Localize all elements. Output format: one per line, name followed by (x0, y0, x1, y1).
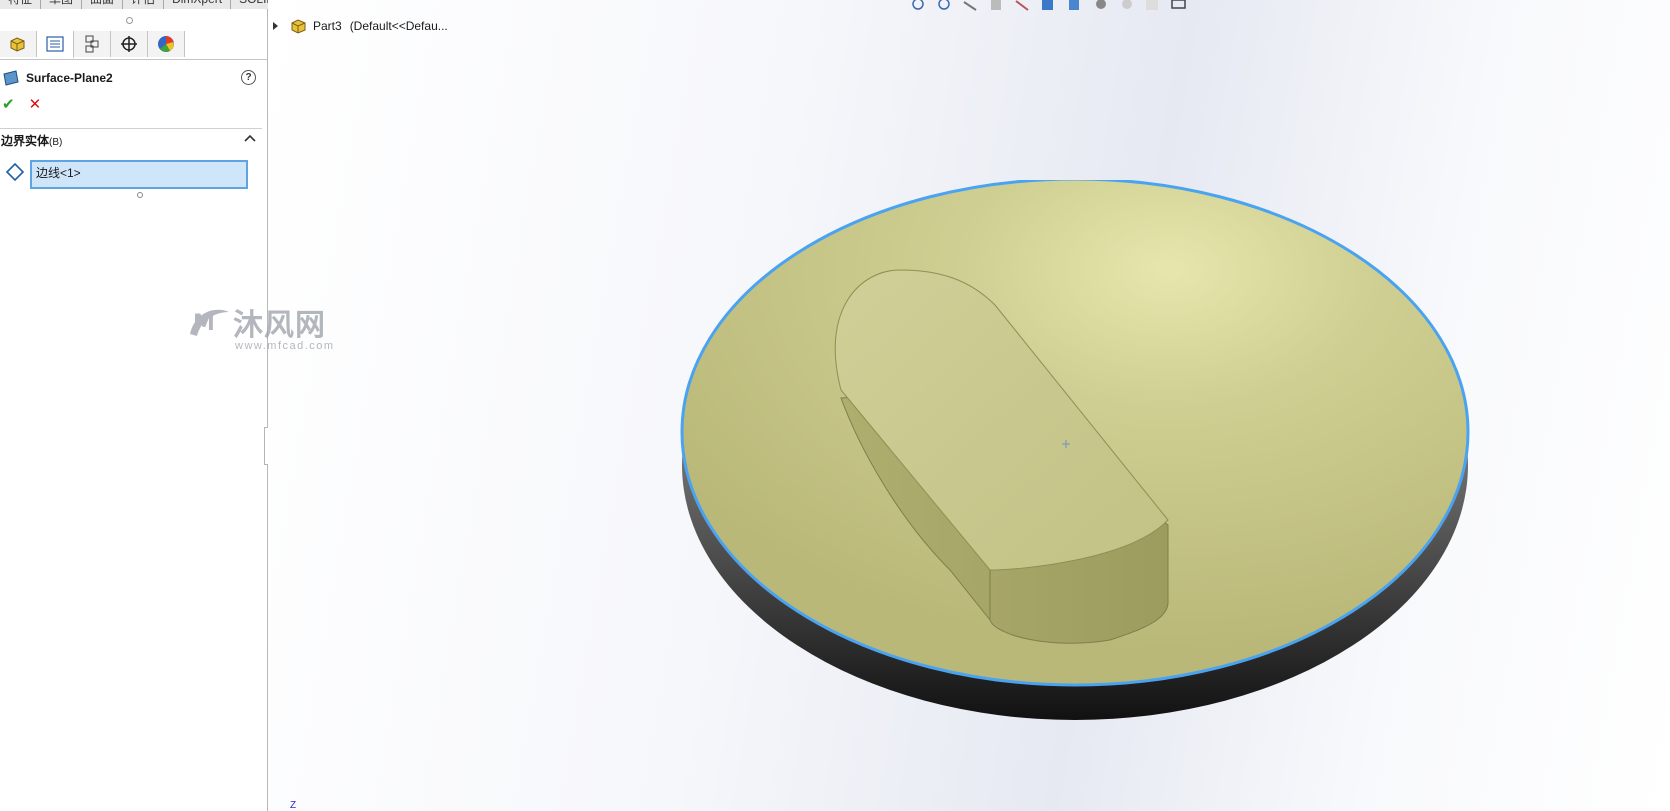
feature-title: Surface-Plane2 (26, 71, 113, 85)
hide-show-items-icon[interactable] (1092, 0, 1110, 12)
part-icon (291, 19, 306, 34)
crosshair-icon (121, 36, 137, 52)
property-manager-panel: Surface-Plane2 ? ✔ ✕ 边界实体(B) 边线<1> (0, 9, 272, 811)
edge-selection-icon (6, 163, 24, 181)
edit-appearance-icon[interactable] (1118, 0, 1136, 12)
section-view-icon[interactable] (988, 0, 1006, 12)
surface-plane-icon (3, 70, 19, 86)
selection-box-resize-grip[interactable] (137, 192, 143, 198)
boundary-entities-group-header[interactable]: 边界实体(B) (0, 128, 262, 151)
cancel-x-icon[interactable]: ✕ (29, 95, 42, 113)
group-title: 边界实体(B) (1, 133, 63, 148)
ok-cancel-bar: ✔ ✕ (2, 95, 41, 113)
property-manager-icon (46, 36, 64, 52)
tab-display-manager[interactable] (148, 31, 185, 57)
view-orientation-icon[interactable] (1040, 0, 1058, 12)
zoom-to-area-icon[interactable] (936, 0, 954, 12)
triad-z-label: Z (290, 800, 297, 811)
chevron-up-icon[interactable] (244, 133, 256, 143)
svg-text:M: M (193, 311, 215, 336)
part-name: Part3 (313, 19, 342, 33)
3d-model-dish[interactable] (660, 180, 1480, 760)
configuration-manager-icon (85, 35, 99, 53)
tab-feature-manager[interactable] (0, 31, 37, 57)
display-style-icon[interactable] (1066, 0, 1084, 12)
panel-grip[interactable] (126, 17, 133, 24)
view-settings-icon[interactable] (1170, 0, 1188, 12)
dynamic-annotation-icon[interactable] (1014, 0, 1032, 12)
watermark-text: 沐风网 (233, 308, 326, 343)
part-configuration: (Default<<Defau... (349, 19, 448, 33)
zoom-to-fit-icon[interactable] (910, 0, 928, 12)
previous-view-icon[interactable] (962, 0, 980, 12)
watermark-url: www.mfcad.com (235, 340, 335, 352)
tree-expand-arrow-icon[interactable] (273, 22, 278, 30)
boundary-entities-selection-box[interactable]: 边线<1> (30, 160, 248, 189)
display-manager-icon (158, 36, 174, 52)
selected-edge-item[interactable]: 边线<1> (36, 166, 81, 180)
tab-property-manager[interactable] (37, 31, 74, 59)
tab-configuration-manager[interactable] (74, 31, 111, 57)
flyout-feature-tree[interactable]: Part3 (Default<<Defau... (273, 18, 448, 34)
apply-scene-icon[interactable] (1144, 0, 1162, 12)
manager-tab-row (0, 31, 267, 60)
tab-dimxpert-manager[interactable] (111, 31, 148, 57)
help-icon[interactable]: ? (241, 70, 256, 85)
feature-manager-icon (10, 37, 25, 52)
watermark-logo-icon: M (190, 309, 229, 336)
ok-checkmark-icon[interactable]: ✔ (2, 95, 15, 113)
property-manager-header: Surface-Plane2 ? (2, 67, 262, 89)
watermark: 沐风网 www.mfcad.com M (185, 300, 335, 352)
heads-up-view-toolbar (910, 0, 1188, 12)
